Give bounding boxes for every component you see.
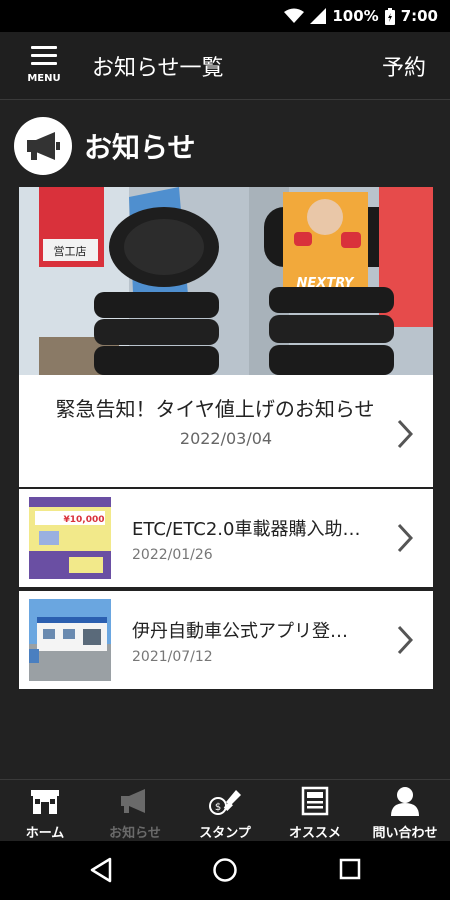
- tab-home[interactable]: ホーム: [0, 780, 90, 841]
- svg-text:$: $: [215, 802, 221, 813]
- status-bar: 100% 7:00: [0, 0, 450, 32]
- tab-contact[interactable]: 問い合わせ: [360, 780, 450, 841]
- news-list-item[interactable]: 伊丹自動車公式アプリ登録のお知らせ 2021/07/12: [19, 591, 433, 689]
- megaphone-icon: [121, 789, 145, 813]
- wifi-icon: [284, 8, 305, 23]
- featured-hero-image: 営工店 NEXTRY: [19, 187, 433, 375]
- tab-label: ホーム: [25, 826, 65, 841]
- featured-news-title: 緊急告知！タイヤ値上げのお知らせ: [55, 397, 375, 421]
- back-icon[interactable]: [88, 857, 114, 883]
- section-header: お知らせ: [14, 117, 196, 175]
- tab-label: お知らせ: [109, 826, 161, 841]
- tab-label: スタンプ: [199, 826, 251, 841]
- news-date: 2021/07/12: [132, 649, 213, 665]
- battery-icon: [384, 7, 395, 25]
- featured-news-date: 2022/03/04: [179, 429, 273, 448]
- tab-recommend[interactable]: オススメ: [270, 780, 360, 841]
- page-title: お知らせ一覧: [92, 56, 224, 81]
- menu-button[interactable]: MENU: [22, 44, 66, 92]
- tab-stamp[interactable]: $ スタンプ: [180, 780, 270, 841]
- news-thumbnail: ¥10,000: [29, 497, 111, 579]
- system-nav-bar: [0, 841, 450, 900]
- chevron-right-icon: [397, 523, 413, 553]
- featured-news-card[interactable]: 営工店 NEXTRY 緊急告知！タイヤ値上げのお知らせ 2022/03/04: [19, 187, 433, 487]
- home-icon: [31, 790, 59, 814]
- menu-label: MENU: [27, 73, 61, 84]
- battery-percent: 100%: [332, 7, 379, 25]
- home-button-icon[interactable]: [212, 857, 238, 883]
- reserve-button[interactable]: 予約: [382, 50, 426, 82]
- chevron-right-icon: [397, 419, 413, 449]
- clock: 7:00: [400, 7, 438, 25]
- tab-label: 問い合わせ: [372, 826, 438, 841]
- chevron-right-icon: [397, 625, 413, 655]
- section-title: お知らせ: [84, 131, 196, 164]
- news-date: 2022/01/26: [132, 547, 213, 563]
- person-icon: [391, 787, 419, 816]
- thumb-amount: ¥10,000: [64, 515, 105, 525]
- bottom-tab-bar: ホーム お知らせ $ スタンプ オススメ 問い合わせ: [0, 779, 450, 841]
- app-bar: MENU お知らせ一覧 予約: [0, 32, 450, 100]
- news-title: 伊丹自動車公式アプリ登録のお知らせ: [132, 621, 364, 642]
- news-title: ETC/ETC2.0車載器購入助成のお知らせ: [132, 519, 364, 540]
- tab-news[interactable]: お知らせ: [90, 780, 180, 841]
- news-list-item[interactable]: ¥10,000 ETC/ETC2.0車載器購入助成のお知らせ 2022/01/2…: [19, 489, 433, 587]
- stamp-icon: $: [209, 790, 241, 815]
- megaphone-icon: [14, 117, 72, 175]
- recents-icon[interactable]: [338, 857, 362, 881]
- hero-store-sign: 営工店: [54, 244, 87, 258]
- news-thumbnail: [29, 599, 111, 681]
- tab-label: オススメ: [288, 826, 341, 841]
- hamburger-icon: [31, 46, 57, 70]
- recommend-icon: [301, 786, 329, 816]
- signal-icon: [310, 8, 327, 24]
